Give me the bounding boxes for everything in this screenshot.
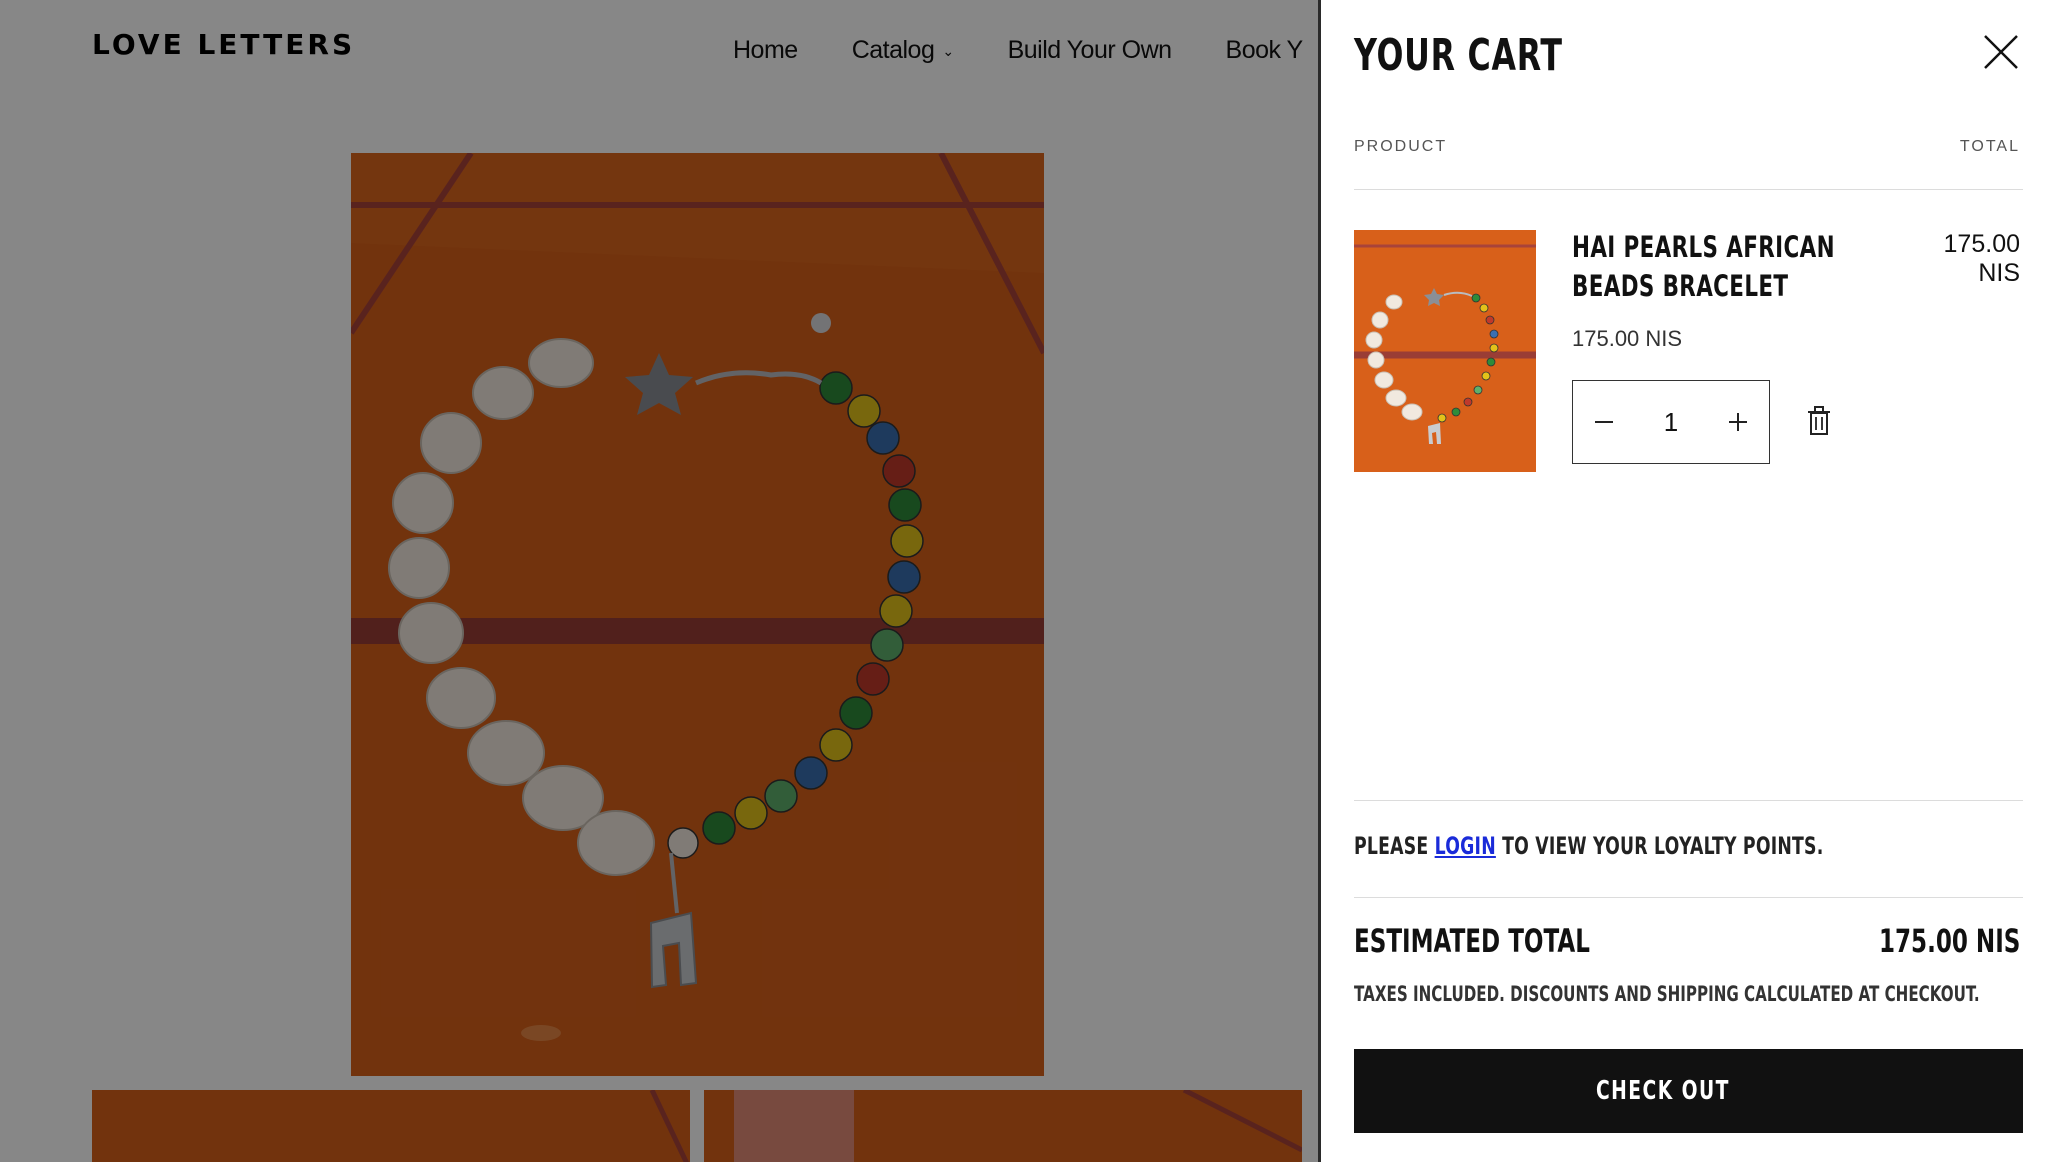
taxes-note: TAXES INCLUDED. DISCOUNTS AND SHIPPING C…	[1354, 982, 1980, 1006]
plus-icon	[1729, 413, 1747, 431]
cart-drawer: YOUR CART PRODUCT TOTAL HAI PEARLS AFRIC…	[1318, 0, 2048, 1162]
login-link[interactable]: LOGIN	[1435, 832, 1496, 860]
divider	[1354, 897, 2023, 898]
estimated-total-value: 175.00 NIS	[1878, 922, 2020, 960]
column-header-total: TOTAL	[1959, 138, 2020, 155]
minus-icon	[1595, 421, 1613, 423]
quantity-input[interactable]: 1	[1664, 407, 1678, 438]
cart-item-photo	[1354, 230, 1536, 472]
cart-item-title[interactable]: HAI PEARLS AFRICAN BEADS BRACELET	[1572, 228, 1835, 306]
checkout-button[interactable]: CHECK OUT	[1354, 1049, 2023, 1133]
remove-item-button[interactable]	[1806, 406, 1832, 436]
close-cart-button[interactable]	[1981, 32, 2021, 72]
cart-item-line-total: 175.00 NIS	[1880, 230, 2020, 288]
cart-title: YOUR CART	[1354, 30, 1563, 81]
cart-item-unit-price: 175.00 NIS	[1572, 326, 1683, 351]
loyalty-prefix: PLEASE	[1354, 832, 1429, 860]
cart-item-image[interactable]	[1354, 230, 1536, 472]
checkout-label: CHECK OUT	[1595, 1076, 1730, 1106]
divider	[1354, 800, 2023, 801]
page-dim-overlay[interactable]	[0, 0, 1318, 1162]
divider	[1354, 189, 2023, 190]
estimated-total-label: ESTIMATED TOTAL	[1354, 922, 1590, 960]
cart-item-title-line1: HAI PEARLS AFRICAN	[1572, 230, 1835, 264]
increase-quantity-button[interactable]	[1723, 407, 1753, 437]
column-header-product: PRODUCT	[1354, 138, 1448, 155]
close-icon	[1984, 35, 2018, 69]
line-total-currency: NIS	[1978, 259, 2020, 287]
quantity-stepper: 1	[1572, 380, 1770, 464]
trash-icon	[1808, 406, 1830, 435]
line-total-amount: 175.00	[1943, 230, 2020, 258]
decrease-quantity-button[interactable]	[1589, 407, 1619, 437]
loyalty-suffix: TO VIEW YOUR LOYALTY POINTS.	[1502, 832, 1824, 860]
cart-item-title-line2: BEADS BRACELET	[1572, 269, 1789, 303]
loyalty-message: PLEASE LOGIN TO VIEW YOUR LOYALTY POINTS…	[1354, 832, 1823, 860]
